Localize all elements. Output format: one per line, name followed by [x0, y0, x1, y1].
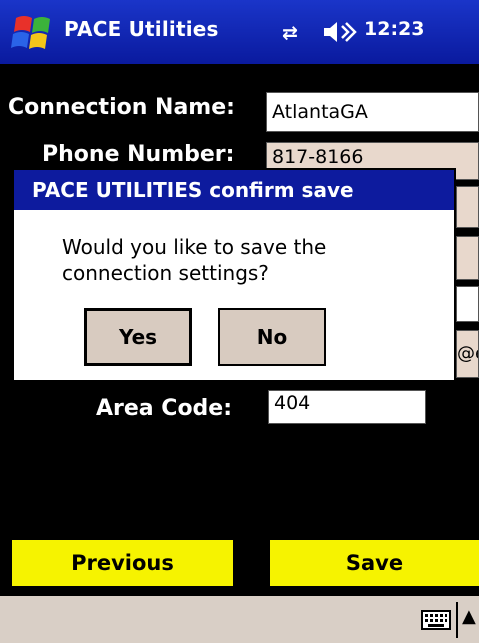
connectivity-icon[interactable]: ⇄ [282, 22, 298, 44]
keyboard-icon[interactable] [421, 610, 451, 634]
hidden-field-3[interactable] [456, 286, 479, 322]
save-button[interactable]: Save [270, 540, 479, 586]
dialog-title: PACE UTILITIES confirm save [14, 170, 454, 210]
email-field[interactable]: @e [456, 330, 479, 378]
area-code-field[interactable]: 404 [268, 390, 426, 424]
previous-button[interactable]: Previous [12, 540, 233, 586]
sip-separator [456, 602, 458, 638]
app-title: PACE Utilities [64, 17, 219, 41]
no-button[interactable]: No [218, 308, 326, 366]
connection-name-field[interactable]: AtlantaGA [266, 92, 479, 132]
confirm-save-dialog: PACE UTILITIES confirm save Would you li… [12, 168, 456, 382]
clock[interactable]: 12:23 [364, 18, 424, 40]
speaker-icon[interactable] [322, 20, 358, 48]
hidden-field-2[interactable] [456, 236, 479, 280]
title-bar: PACE Utilities ⇄ 12:23 [0, 0, 479, 64]
menu-bar: ▲ [0, 596, 479, 643]
windows-start-icon[interactable] [10, 12, 58, 54]
sip-arrow-icon[interactable]: ▲ [462, 606, 476, 627]
dialog-message: Would you like to save the connection se… [62, 235, 327, 285]
hidden-field-1[interactable] [456, 186, 479, 228]
area-code-label: Area Code: [96, 396, 233, 421]
connection-name-label: Connection Name: [8, 95, 235, 120]
yes-button[interactable]: Yes [84, 308, 192, 366]
phone-number-label: Phone Number: [42, 142, 235, 167]
